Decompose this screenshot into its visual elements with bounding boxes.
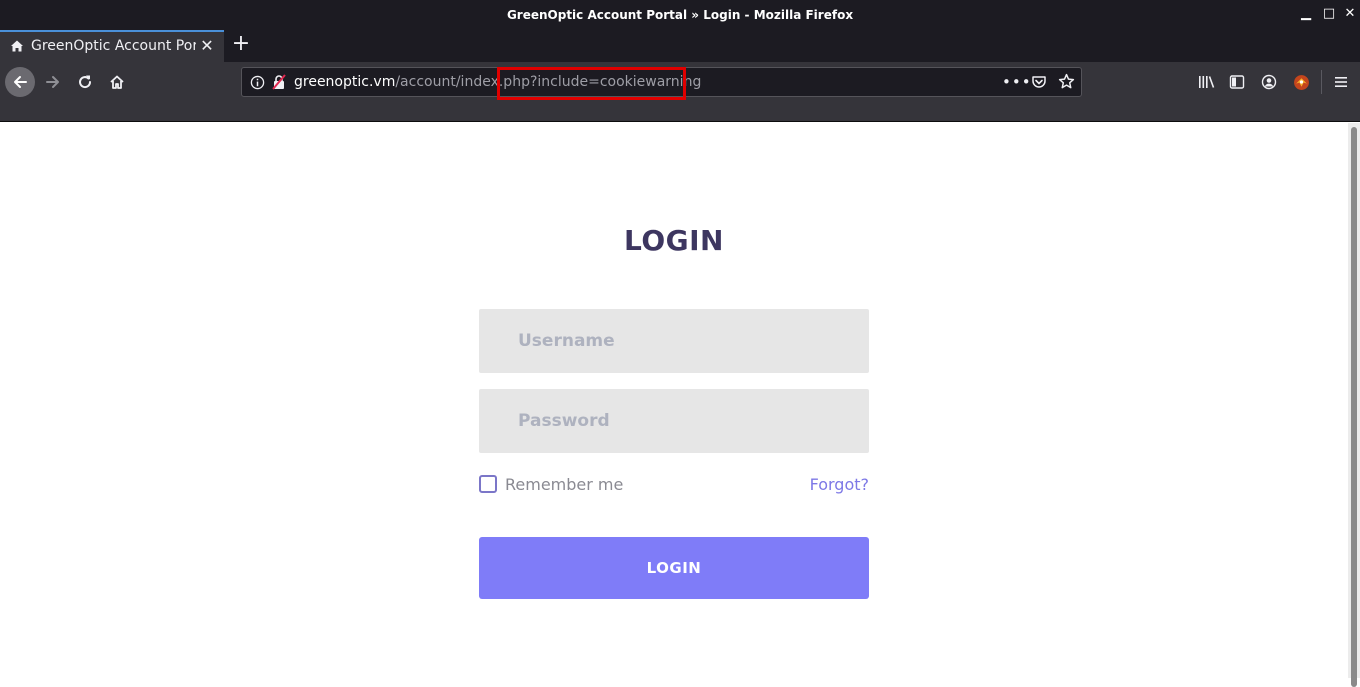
close-tab-button[interactable]: ✕ <box>199 37 215 55</box>
tab-strip: GreenOptic Account Portal » Login ✕ + <box>0 30 1360 62</box>
toolbar-spacer <box>0 102 1360 122</box>
pocket-icon[interactable] <box>1031 74 1047 90</box>
maximize-button[interactable]: □ <box>1322 7 1336 21</box>
reload-icon <box>79 75 92 89</box>
bookmark-star-icon[interactable] <box>1058 73 1075 90</box>
password-input[interactable] <box>479 389 869 453</box>
info-icon[interactable] <box>250 75 265 90</box>
scrollbar-thumb[interactable] <box>1351 127 1357 687</box>
tab-title: GreenOptic Account Portal » Login <box>31 38 196 54</box>
new-tab-button[interactable]: + <box>229 32 253 58</box>
toolbar-separator <box>1321 70 1322 94</box>
vertical-scrollbar[interactable] <box>1348 123 1360 687</box>
window-titlebar: GreenOptic Account Portal » Login - Mozi… <box>0 0 1360 30</box>
tab-active[interactable]: GreenOptic Account Portal » Login ✕ <box>0 30 224 62</box>
username-input[interactable] <box>479 309 869 373</box>
insecure-lock-icon[interactable] <box>271 74 287 90</box>
url-highlight-annotation <box>497 67 686 100</box>
page-actions-button[interactable]: ••• <box>1002 73 1032 91</box>
arrow-left-icon <box>14 76 27 88</box>
back-button[interactable] <box>5 67 35 97</box>
close-window-button[interactable]: ✕ <box>1343 7 1357 21</box>
home-button[interactable] <box>102 67 132 97</box>
page-content: LOGIN Remember me Forgot? LOGIN <box>0 123 1348 678</box>
page-title: LOGIN <box>624 224 724 257</box>
window-title: GreenOptic Account Portal » Login - Mozi… <box>506 8 854 22</box>
account-icon[interactable] <box>1261 74 1277 90</box>
extension-icon[interactable] <box>1293 74 1310 91</box>
arrow-right-icon <box>46 76 59 88</box>
forgot-password-link[interactable]: Forgot? <box>790 475 869 494</box>
library-icon[interactable] <box>1198 74 1216 90</box>
forward-button[interactable] <box>38 67 68 97</box>
sidebar-icon[interactable] <box>1229 74 1245 90</box>
login-button[interactable]: LOGIN <box>479 537 869 599</box>
remember-me-label[interactable]: Remember me <box>505 475 623 494</box>
home-icon <box>110 75 124 89</box>
minimize-button[interactable]: ▁ <box>1299 7 1313 21</box>
hamburger-menu-icon[interactable] <box>1333 74 1349 90</box>
reload-button[interactable] <box>70 67 100 97</box>
url-host: greenoptic.vm <box>294 74 396 90</box>
remember-me-checkbox[interactable] <box>479 475 497 493</box>
home-icon <box>11 40 23 52</box>
